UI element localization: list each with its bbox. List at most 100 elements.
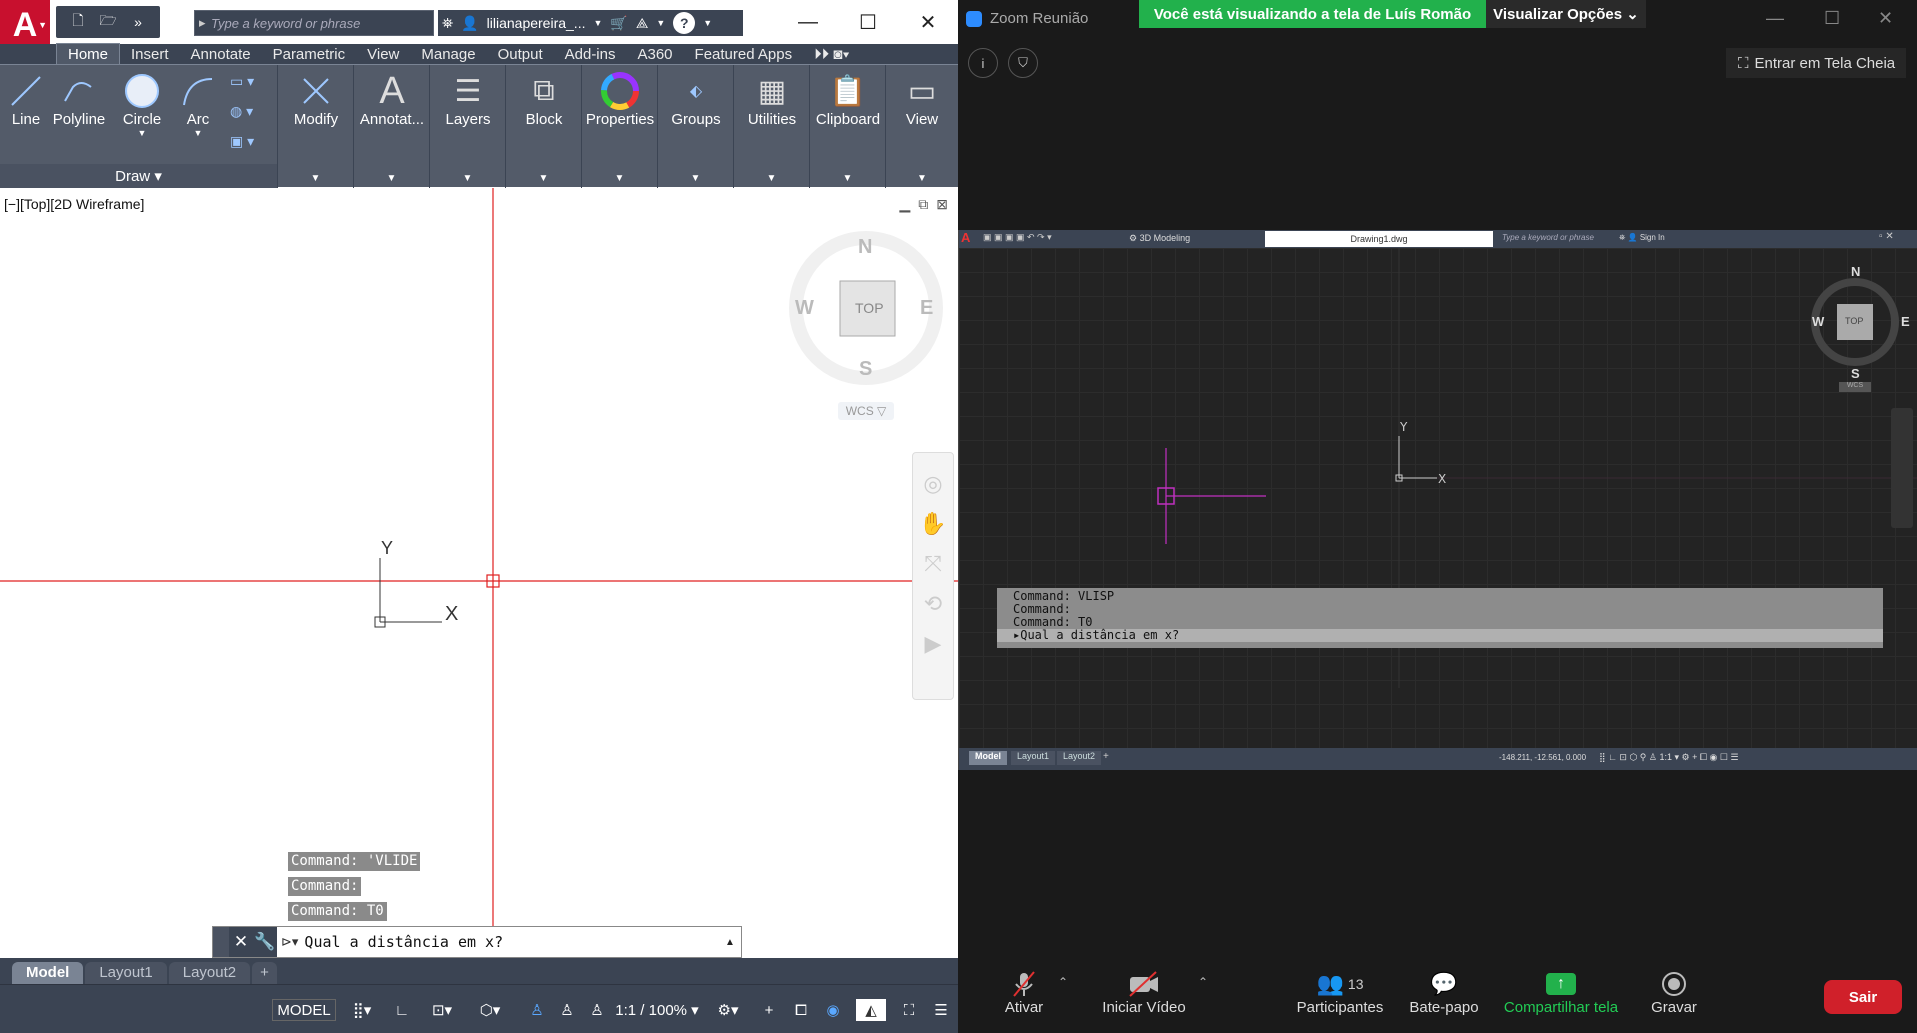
settings-icon[interactable]: ⚙▾: [708, 999, 748, 1021]
binoculars-icon[interactable]: ⛯: [442, 15, 453, 32]
snap-icon[interactable]: ∟: [388, 999, 416, 1021]
hardware-acceleration-icon[interactable]: ◭: [856, 999, 886, 1021]
more-tools-icon[interactable]: »: [128, 13, 148, 31]
groups-panel[interactable]: ⬖ Groups ▼: [658, 65, 734, 188]
view-panel[interactable]: ▭ View ▼: [886, 65, 958, 188]
view-options-button[interactable]: Visualizar Opções ⌄: [1486, 0, 1646, 28]
model-space-button[interactable]: MODEL: [272, 999, 336, 1021]
viewcube-east[interactable]: E: [920, 297, 933, 320]
annotation-scale-icon[interactable]: ♙: [584, 999, 610, 1021]
wcs-menu[interactable]: WCS ▽: [838, 402, 894, 420]
tab-home[interactable]: Home: [56, 43, 121, 65]
chevron-down-icon[interactable]: ▼: [463, 173, 473, 184]
search-input[interactable]: Type a keyword or phrase: [194, 10, 434, 36]
command-prompt-icon[interactable]: ⊳▾: [281, 934, 298, 950]
close-icon[interactable]: ✕: [229, 927, 253, 957]
chevron-down-icon[interactable]: ▼: [539, 173, 549, 184]
tab-a360[interactable]: A360: [626, 43, 683, 65]
viewcube-top-label[interactable]: TOP: [855, 300, 884, 316]
region-icon[interactable]: ▣ ▾: [230, 133, 254, 150]
record-button[interactable]: Gravar: [1644, 969, 1704, 1016]
chevron-down-icon[interactable]: ▼: [691, 173, 701, 184]
tab-insert[interactable]: Insert: [120, 43, 180, 65]
block-panel[interactable]: ⧉ Block ▼: [506, 65, 582, 188]
tab-parametric[interactable]: Parametric: [262, 43, 357, 65]
fullscreen-button[interactable]: ⛶ Entrar em Tela Cheia: [1726, 48, 1906, 78]
tab-manage[interactable]: Manage: [410, 43, 486, 65]
a360-icon[interactable]: ⟁: [636, 15, 649, 32]
workspace-icon[interactable]: ⧠: [788, 999, 814, 1021]
plus-icon[interactable]: +: [756, 999, 782, 1021]
grid-icon[interactable]: ⣿▾: [340, 999, 384, 1021]
modify-panel[interactable]: Modify ▼: [278, 65, 354, 188]
tab-model[interactable]: Model: [12, 962, 84, 984]
hatch-icon[interactable]: ◍ ▾: [230, 103, 253, 120]
share-screen-button[interactable]: ↑ Compartilhar tela: [1498, 969, 1624, 1016]
participants-button[interactable]: 👥 13 Participantes: [1290, 969, 1390, 1016]
video-options-caret[interactable]: ⌃: [1198, 975, 1208, 989]
annotation-visibility-icon[interactable]: ♙: [524, 999, 550, 1021]
more-tabs-icon[interactable]: ⏵⏵ ◙▾: [803, 43, 861, 65]
annotation-scale-dropdown[interactable]: 1:1 / 100% ▾: [614, 999, 700, 1021]
shared-screen[interactable]: A ▣ ▣ ▣ ▣ ↶ ↷ ▾ ⚙ 3D Modeling Drawing1.d…: [958, 230, 1917, 770]
showmotion-icon[interactable]: ▶: [925, 631, 942, 657]
chevron-down-icon[interactable]: ▼: [703, 18, 712, 28]
clean-screen-icon[interactable]: ⛶: [896, 999, 922, 1021]
minimize-button[interactable]: —: [786, 6, 830, 38]
tab-featured-apps[interactable]: Featured Apps: [684, 43, 804, 65]
annotation-panel[interactable]: A Annotat... ▼: [354, 65, 430, 188]
ortho-icon[interactable]: ⊡▾: [420, 999, 464, 1021]
chevron-down-icon[interactable]: ▼: [917, 173, 927, 184]
tab-view[interactable]: View: [356, 43, 410, 65]
open-file-icon[interactable]: 🗁: [98, 12, 118, 31]
viewcube-north[interactable]: N: [858, 236, 872, 259]
customize-icon[interactable]: 🔧: [253, 927, 277, 957]
new-file-icon[interactable]: 🗋: [68, 12, 88, 31]
polyline-button[interactable]: Polyline: [52, 71, 106, 128]
tab-layout1[interactable]: Layout1: [85, 962, 167, 984]
cart-icon[interactable]: 🛒: [610, 15, 627, 32]
minimize-button[interactable]: —: [1766, 8, 1784, 29]
unmute-button[interactable]: Ativar: [994, 969, 1054, 1016]
user-name[interactable]: lilianapereira_...: [487, 15, 586, 31]
tab-layout2[interactable]: Layout2: [168, 962, 251, 984]
command-line[interactable]: ✕ 🔧 ⊳▾ Qual a distância em x? ▲: [212, 926, 742, 958]
application-menu-button[interactable]: A ▼: [0, 0, 50, 50]
viewcube-west[interactable]: W: [795, 297, 814, 320]
orbit-icon[interactable]: ⟲: [924, 591, 942, 617]
chevron-down-icon[interactable]: ▼: [387, 173, 397, 184]
isometric-icon[interactable]: ⬡▾: [468, 999, 512, 1021]
help-icon[interactable]: ?: [673, 12, 696, 34]
add-layout-button[interactable]: +: [252, 962, 277, 984]
auto-scale-icon[interactable]: ♙: [554, 999, 580, 1021]
isolate-icon[interactable]: ◉: [820, 999, 846, 1021]
command-line-grip[interactable]: [213, 927, 229, 957]
meeting-info-icon[interactable]: i: [968, 48, 998, 78]
audio-options-caret[interactable]: ⌃: [1058, 975, 1068, 989]
line-button[interactable]: Line: [6, 71, 46, 128]
chevron-down-icon[interactable]: ▼: [593, 18, 602, 28]
chevron-down-icon[interactable]: ▼: [656, 18, 665, 28]
chevron-down-icon[interactable]: ▼: [615, 173, 625, 184]
tab-addins[interactable]: Add-ins: [554, 43, 627, 65]
pan-icon[interactable]: ✋: [919, 511, 946, 537]
security-shield-icon[interactable]: ⛉: [1008, 48, 1038, 78]
customize-statusbar-icon[interactable]: ☰: [928, 999, 954, 1021]
tab-output[interactable]: Output: [487, 43, 554, 65]
draw-panel-title[interactable]: Draw ▾: [0, 164, 277, 188]
tab-annotate[interactable]: Annotate: [180, 43, 262, 65]
chat-button[interactable]: 💬 Bate-papo: [1404, 969, 1484, 1016]
arc-button[interactable]: Arc ▼: [176, 71, 220, 138]
rectangle-icon[interactable]: ▭ ▾: [230, 73, 254, 90]
close-button[interactable]: ✕: [1878, 8, 1893, 29]
leave-meeting-button[interactable]: Sair: [1824, 980, 1902, 1014]
close-button[interactable]: ✕: [906, 6, 950, 38]
steering-wheel-icon[interactable]: ◎: [923, 471, 942, 497]
drawing-viewport[interactable]: [−][Top][2D Wireframe] ▁ ⧉ ⊠ Y X N S E W…: [0, 188, 958, 958]
maximize-button[interactable]: ☐: [846, 6, 890, 38]
command-history-toggle[interactable]: ▲: [719, 937, 741, 948]
circle-button[interactable]: Circle ▼: [118, 71, 166, 138]
layers-panel[interactable]: ☰ Layers ▼: [430, 65, 506, 188]
utilities-panel[interactable]: ▦ Utilities ▼: [734, 65, 810, 188]
maximize-button[interactable]: ☐: [1824, 8, 1840, 29]
